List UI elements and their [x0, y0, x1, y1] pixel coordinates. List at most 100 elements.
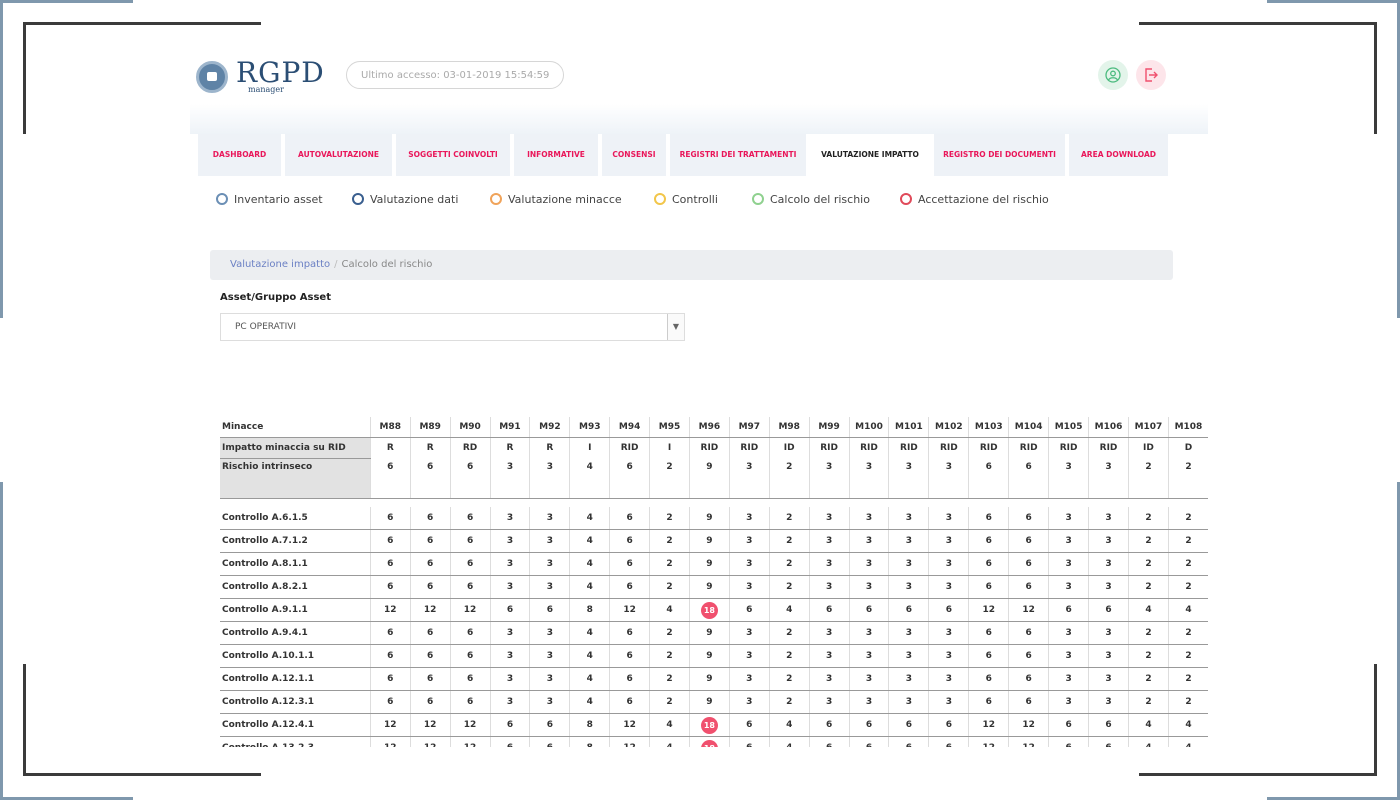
table-cell: 6 [808, 713, 850, 737]
table-cell: 3 [529, 690, 570, 714]
table-cell: 2 [768, 644, 810, 668]
control-row: Controllo A.6.1.5 6 6 6 3 3 4 6 2 9 3 2 3 3 3 3 6 6 3 3 2 2 [220, 507, 1208, 530]
table-cell: 6 [489, 713, 530, 737]
table-cell: 6 [369, 621, 411, 645]
tab-informative[interactable]: INFORMATIVE [514, 134, 598, 176]
table-cell: 4 [569, 644, 610, 668]
subnav-calcolo-rischio[interactable]: Calcolo del rischio [752, 193, 870, 206]
table-cell: RID [609, 437, 650, 459]
table-cell: 2 [649, 529, 690, 553]
table-cell: 2 [1167, 552, 1208, 576]
table-cell: 3 [529, 575, 570, 599]
spacer-row [220, 499, 1208, 508]
table-cell: 3 [888, 644, 929, 668]
table-cell: 6 [369, 552, 411, 576]
table-cell: 3 [529, 621, 570, 645]
table-cell: 12 [369, 598, 411, 622]
chevron-down-icon[interactable]: ▼ [667, 314, 684, 340]
table-cell: 2 [1127, 667, 1169, 691]
table-cell: 4 [768, 713, 810, 737]
table-cell: RID [848, 437, 889, 459]
table-cell: 2 [1167, 507, 1208, 530]
table-cell: 4 [649, 736, 690, 747]
user-profile-button[interactable] [1098, 60, 1128, 90]
table-cell: RID [1008, 437, 1049, 459]
tab-autovalutazione[interactable]: AUTOVALUTAZIONE [285, 134, 392, 176]
table-cell: 3 [1088, 667, 1129, 691]
row-label: Controllo A.8.2.1 [220, 575, 371, 599]
table-cell: 6 [449, 529, 491, 553]
table-cell: 2 [1127, 690, 1169, 714]
tab-area-download[interactable]: AREA DOWNLOAD [1069, 134, 1168, 176]
logout-icon [1145, 68, 1158, 82]
asset-select[interactable]: PC OPERATIVI ▼ [220, 313, 685, 341]
subnav-valutazione-minacce[interactable]: Valutazione minacce [490, 193, 622, 206]
logout-button[interactable] [1136, 60, 1166, 90]
table-cell: 2 [1127, 458, 1169, 499]
table-cell: 2 [649, 575, 690, 599]
logo[interactable]: RGPD manager [196, 56, 326, 96]
table-cell: 6 [1008, 621, 1049, 645]
row-label: Rischio intrinseco [220, 458, 371, 499]
table-cell: 6 [728, 598, 770, 622]
user-icon [1105, 67, 1121, 83]
table-cell: 12 [369, 713, 411, 737]
tab-soggetti-coinvolti[interactable]: SOGGETTI COINVOLTI [396, 134, 510, 176]
table-cell: 3 [1048, 644, 1089, 668]
frame-corner-top-left-v [23, 22, 26, 134]
table-cell: 9 [688, 667, 730, 691]
tab-dashboard[interactable]: DASHBOARD [198, 134, 281, 176]
control-row: Controllo A.9.4.1 6 6 6 3 3 4 6 2 9 3 2 3 3 3 3 6 6 3 3 2 2 [220, 621, 1208, 645]
breadcrumb-separator: / [334, 259, 338, 270]
tab-registro-documenti[interactable]: REGISTRO DEI DOCUMENTI [934, 134, 1065, 176]
table-cell: RID [1048, 437, 1089, 459]
table-cell: R [489, 437, 530, 459]
subnav-controlli[interactable]: Controlli [654, 193, 718, 206]
table-cell: 6 [968, 667, 1009, 691]
table-cell: 6 [609, 575, 650, 599]
table-cell: 6 [968, 552, 1009, 576]
breadcrumb-link[interactable]: Valutazione impatto [230, 259, 330, 270]
table-cell: 2 [1167, 458, 1208, 499]
row-label: Controllo A.7.1.2 [220, 529, 371, 553]
table-cell: 3 [928, 552, 969, 576]
table-cell: 6 [449, 552, 491, 576]
high-risk-badge: 18 [700, 716, 718, 734]
table-cell: 6 [489, 736, 530, 747]
table-cell: 6 [529, 713, 570, 737]
table-cell: 2 [768, 529, 810, 553]
table-cell: 3 [489, 644, 530, 668]
table-cell: M97 [728, 417, 770, 438]
subnav-accettazione-rischio[interactable]: Accettazione del rischio [900, 193, 1049, 206]
tab-registri-trattamenti[interactable]: REGISTRI DEI TRATTAMENTI [670, 134, 806, 176]
table-cell: 3 [1088, 552, 1129, 576]
table-cell: 3 [888, 575, 929, 599]
table-cell: 3 [1048, 690, 1089, 714]
table-cell: 6 [609, 690, 650, 714]
table-cell: 6 [848, 713, 889, 737]
table-cell: 12 [409, 736, 451, 747]
table-cell: 12 [369, 736, 411, 747]
table-cell: 3 [1088, 529, 1129, 553]
tab-valutazione-impatto[interactable]: VALUTAZIONE IMPATTO [810, 134, 930, 176]
table-cell: 4 [1167, 713, 1208, 737]
table-cell: 6 [1008, 644, 1049, 668]
table-cell: 6 [409, 529, 451, 553]
subnav-label: Accettazione del rischio [918, 193, 1049, 206]
gear-icon [352, 193, 364, 205]
table-cell: 3 [1048, 458, 1089, 499]
table-cell: 6 [928, 713, 969, 737]
table-cell: 3 [1048, 575, 1089, 599]
subnav-valutazione-dati[interactable]: Valutazione dati [352, 193, 458, 206]
tab-consensi[interactable]: CONSENSI [602, 134, 666, 176]
subnav-label: Valutazione dati [370, 193, 459, 206]
table-cell: RID [928, 437, 969, 459]
table-cell: 3 [928, 667, 969, 691]
asset-label: Asset/Gruppo Asset [220, 292, 331, 303]
table-cell: 6 [888, 598, 929, 622]
subnav-inventario-asset[interactable]: Inventario asset [216, 193, 323, 206]
table-cell: 3 [1048, 529, 1089, 553]
table-cell: 6 [449, 621, 491, 645]
subnav-label: Controlli [672, 193, 718, 206]
table-cell: 3 [848, 507, 889, 530]
